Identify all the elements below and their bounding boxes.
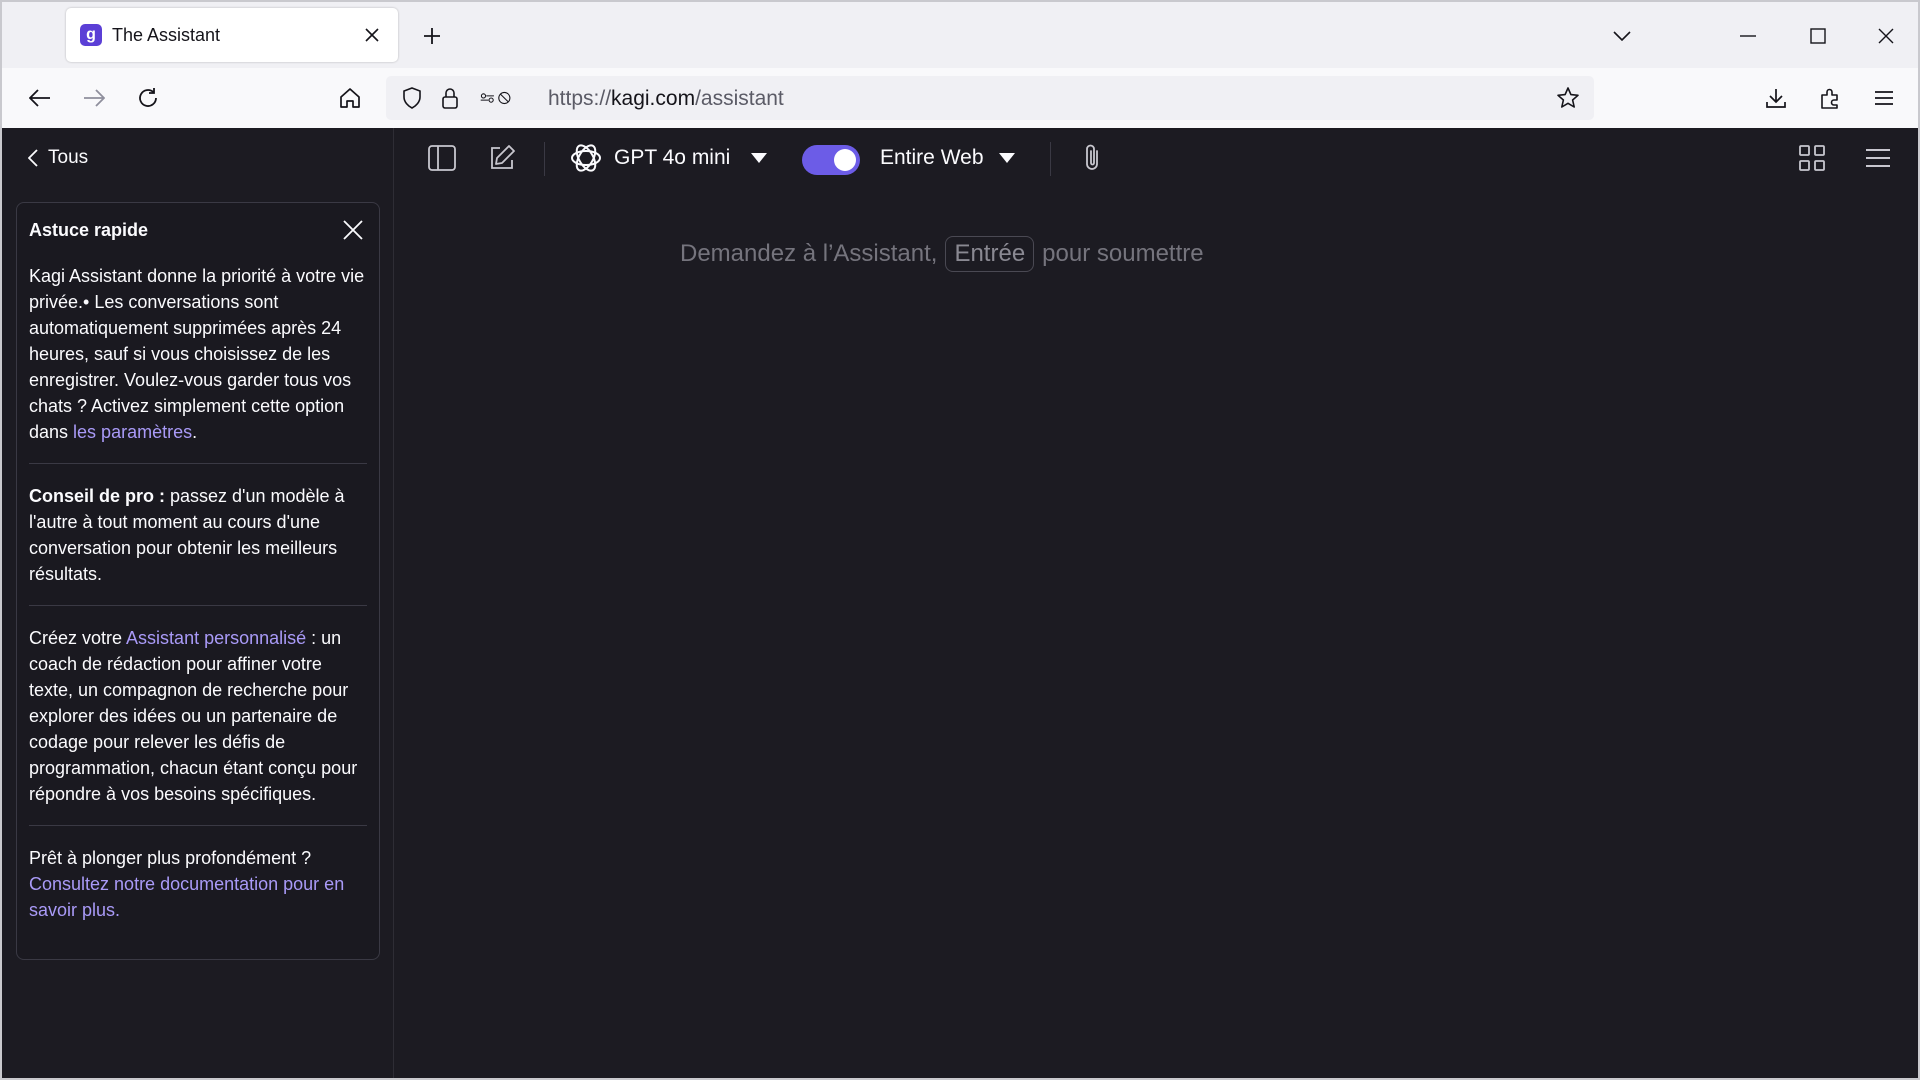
star-icon[interactable] xyxy=(1552,82,1584,114)
prompt-after: pour soumettre xyxy=(1042,240,1204,267)
browser-window: g The Assistant https://kagi.com/assista… xyxy=(0,0,1920,1080)
tip-custom-assistant-text: Créez votre Assistant personnalisé : un … xyxy=(29,628,358,804)
url-bar[interactable]: https://kagi.com/assistant xyxy=(386,76,1594,120)
forward-icon[interactable] xyxy=(78,82,110,114)
close-tip-icon[interactable] xyxy=(339,216,367,244)
paperclip-icon[interactable] xyxy=(1076,142,1108,174)
custom-assistant-link[interactable]: Assistant personnalisé xyxy=(126,628,306,648)
web-scope-selector[interactable]: Entire Web xyxy=(880,140,1016,176)
tip-privacy-text: Kagi Assistant donne la priorité à votre… xyxy=(29,266,365,442)
web-search-toggle[interactable] xyxy=(802,145,860,175)
hamburger-icon[interactable] xyxy=(1868,82,1900,114)
toggle-knob xyxy=(834,149,856,171)
lock-icon[interactable] xyxy=(434,82,466,114)
settings-link[interactable]: les paramètres xyxy=(73,422,192,442)
permissions-icon[interactable] xyxy=(480,82,512,114)
divider xyxy=(29,463,367,464)
puzzle-icon[interactable] xyxy=(1814,82,1846,114)
openai-icon xyxy=(571,144,601,172)
model-name: GPT 4o mini xyxy=(614,146,731,169)
tip-title: Astuce rapide xyxy=(29,219,149,240)
navigation-bar: https://kagi.com/assistant xyxy=(2,68,1918,128)
shield-icon[interactable] xyxy=(396,82,428,114)
model-selector[interactable]: GPT 4o mini xyxy=(568,140,768,176)
new-tab-icon[interactable] xyxy=(418,22,446,50)
web-scope-label: Entire Web xyxy=(880,146,984,169)
caret-down-icon xyxy=(998,153,1015,163)
grid-icon[interactable] xyxy=(1796,142,1828,174)
download-icon[interactable] xyxy=(1760,82,1792,114)
quick-tip-card: Astuce rapide Kagi Assistant donne la pr… xyxy=(16,202,380,960)
minimize-icon[interactable] xyxy=(1732,20,1764,52)
reload-icon[interactable] xyxy=(132,82,164,114)
close-tab-icon[interactable] xyxy=(360,23,384,47)
back-icon[interactable] xyxy=(24,82,56,114)
menu-icon[interactable] xyxy=(1862,142,1894,174)
tip-docs-text: Prêt à plonger plus profondément ? Consul… xyxy=(29,848,345,920)
tab-the-assistant[interactable]: g The Assistant xyxy=(66,8,398,62)
prompt-placeholder[interactable]: Demandez à l’Assistant, Entrée pour soum… xyxy=(680,236,1204,272)
enter-key-badge: Entrée xyxy=(945,236,1035,272)
tab-title: The Assistant xyxy=(112,24,221,45)
assistant-toolbar: Tous GPT 4o mini Entire Web xyxy=(2,128,1918,1078)
list-all-tabs-icon[interactable] xyxy=(1606,20,1638,52)
home-icon[interactable] xyxy=(334,82,366,114)
chevron-left-icon xyxy=(28,149,38,167)
documentation-link[interactable]: Consultez notre documentation pour en sa… xyxy=(29,874,344,920)
maximize-icon[interactable] xyxy=(1802,20,1834,52)
tab-strip: g The Assistant xyxy=(2,2,1918,68)
prompt-before: Demandez à l’Assistant, xyxy=(680,240,938,267)
kagi-favicon-icon: g xyxy=(80,24,102,46)
close-window-icon[interactable] xyxy=(1870,20,1902,52)
caret-down-icon xyxy=(751,153,768,163)
divider xyxy=(29,605,367,606)
toggle-sidebar-icon[interactable] xyxy=(426,142,458,174)
tip-pro-text: Conseil de pro : passez d'un modèle à l'… xyxy=(29,486,345,584)
new-chat-icon[interactable] xyxy=(486,142,518,174)
back-label: Tous xyxy=(48,147,89,168)
url-text: https://kagi.com/assistant xyxy=(548,87,784,110)
sidebar: Astuce rapide Kagi Assistant donne la pr… xyxy=(2,188,393,1078)
divider xyxy=(29,825,367,826)
back-to-all-button[interactable]: Tous xyxy=(28,142,88,174)
chat-area[interactable]: Demandez à l’Assistant, Entrée pour soum… xyxy=(394,188,1918,1078)
toolbar-separator xyxy=(544,142,545,176)
toolbar-separator xyxy=(1050,142,1051,176)
